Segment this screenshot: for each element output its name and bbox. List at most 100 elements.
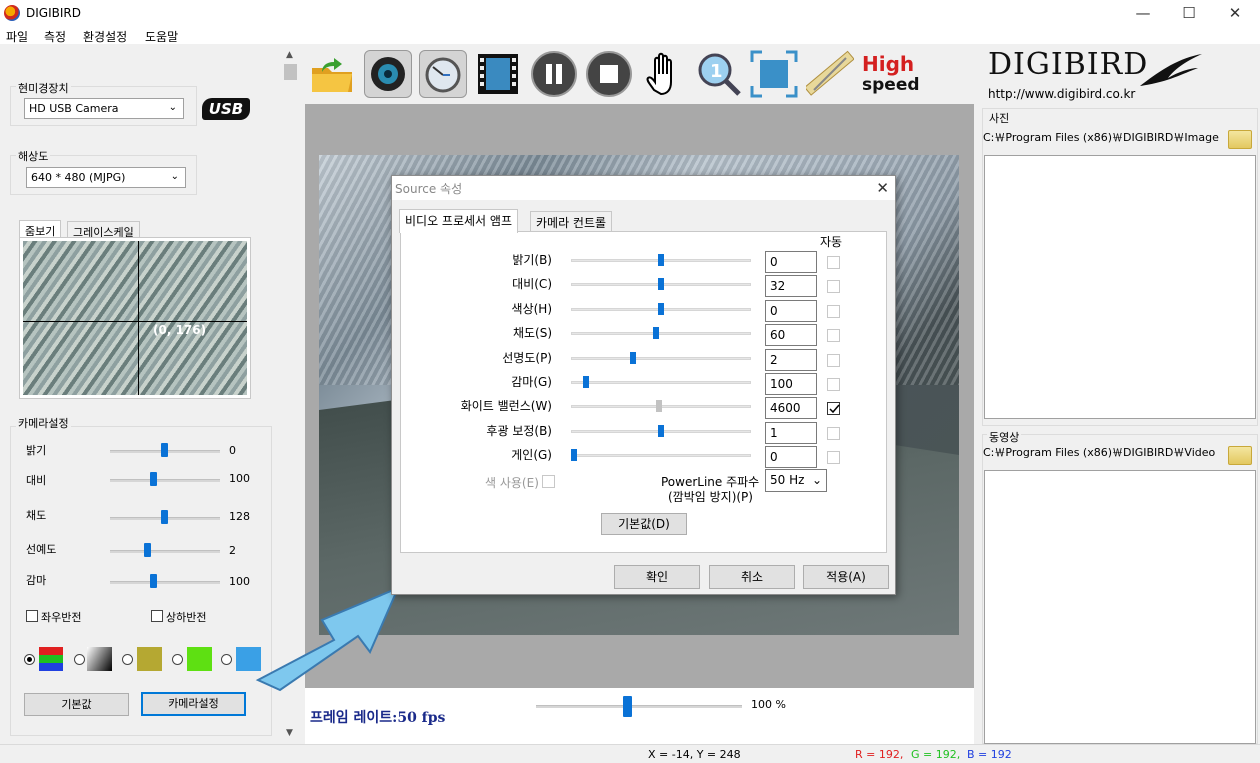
camera-settings-title: 카메라설정: [16, 415, 71, 431]
photo-folder-icon[interactable]: [1228, 130, 1252, 149]
dialog-slider-track[interactable]: [571, 356, 751, 360]
zoom-slider-track[interactable]: [536, 705, 742, 708]
pixel-green-value: G = 192,: [911, 748, 961, 761]
dialog-slider-thumb[interactable]: [583, 376, 590, 388]
contrast-slider-track[interactable]: [110, 479, 220, 482]
tab-video-proc-amp[interactable]: 비디오 프로세서 앰프: [399, 209, 518, 233]
menu-file[interactable]: 파일: [6, 28, 28, 45]
default-button[interactable]: 기본값: [24, 693, 129, 716]
dialog-apply-button[interactable]: 적용(A): [803, 565, 889, 589]
menu-settings[interactable]: 환경설정: [83, 28, 127, 45]
high-speed-label-line2[interactable]: speed: [862, 77, 920, 94]
zoom-slider-thumb[interactable]: [623, 696, 632, 717]
zoom-image: [23, 241, 247, 395]
dialog-close-icon[interactable]: ✕: [876, 179, 889, 197]
camera-lens-icon[interactable]: [364, 50, 412, 98]
dialog-value-field[interactable]: 4600: [765, 397, 817, 420]
website-url[interactable]: http://www.digibird.co.kr: [988, 87, 1135, 101]
magnifier-icon[interactable]: 1: [695, 50, 743, 98]
menu-help[interactable]: 도움말: [145, 28, 178, 45]
dialog-auto-checkbox[interactable]: [827, 426, 840, 440]
dialog-default-button[interactable]: 기본값(D): [601, 513, 687, 535]
gamma-slider-track[interactable]: [110, 581, 220, 584]
dialog-value-field[interactable]: 0: [765, 299, 817, 322]
dialog-auto-checkbox[interactable]: [827, 378, 840, 391]
video-list[interactable]: [984, 470, 1256, 744]
dialog-slider-thumb[interactable]: [658, 278, 664, 291]
pause-icon[interactable]: [530, 50, 578, 98]
ruler-icon[interactable]: [803, 50, 855, 98]
zoom-percent: 100 %: [751, 698, 786, 711]
gamma-slider-thumb[interactable]: [150, 574, 157, 588]
dialog-auto-checkbox[interactable]: [827, 280, 840, 294]
dialog-slider-thumb[interactable]: [652, 327, 659, 340]
color-mode-radio-gray[interactable]: [74, 654, 85, 665]
dialog-value-field[interactable]: 0: [765, 251, 817, 273]
open-folder-icon[interactable]: [308, 50, 356, 98]
menu-measure[interactable]: 측정: [44, 28, 66, 45]
dialog-slider-thumb[interactable]: [658, 424, 664, 437]
powerline-select[interactable]: 50 Hz ⌄: [765, 469, 827, 492]
dialog-slider-thumb[interactable]: [658, 254, 664, 266]
chevron-down-icon: ⌄: [811, 473, 822, 487]
dialog-auto-checkbox[interactable]: [827, 329, 840, 343]
contrast-slider-thumb[interactable]: [150, 472, 157, 486]
color-mode-radio-blue[interactable]: [221, 654, 232, 665]
title-bar: DIGIBIRD — ☐ ✕: [0, 0, 1260, 26]
stop-icon[interactable]: [585, 50, 633, 98]
dialog-auto-checkbox[interactable]: [827, 451, 840, 465]
dialog-ok-button[interactable]: 확인: [614, 565, 700, 589]
color-mode-radio-olive[interactable]: [122, 654, 133, 665]
dialog-slider-track[interactable]: [571, 332, 751, 336]
close-button[interactable]: ✕: [1212, 0, 1258, 26]
scroll-down-icon[interactable]: ▼: [286, 728, 293, 738]
dialog-cancel-button[interactable]: 취소: [709, 565, 795, 589]
dialog-value-field[interactable]: 2: [765, 348, 817, 371]
maximize-button[interactable]: ☐: [1166, 0, 1212, 26]
resolution-select[interactable]: 640 * 480 (MJPG) ⌄: [26, 167, 186, 188]
dialog-auto-checkbox[interactable]: [827, 304, 840, 318]
dialog-auto-checkbox[interactable]: [827, 353, 840, 367]
camera-settings-button[interactable]: 카메라설정: [141, 692, 246, 716]
hand-icon[interactable]: [642, 50, 690, 98]
color-mode-radio-green[interactable]: [172, 654, 183, 665]
minimize-button[interactable]: —: [1120, 0, 1166, 26]
dialog-auto-checkbox[interactable]: [827, 256, 840, 269]
dialog-row-label: 색상(H): [511, 301, 552, 316]
dialog-value-field[interactable]: 100: [765, 373, 817, 395]
toolbar: 1 High speed: [300, 44, 975, 104]
tab-camera-control[interactable]: 카메라 컨트롤: [530, 211, 613, 231]
device-select[interactable]: HD USB Camera ⌄: [24, 98, 184, 119]
timer-icon[interactable]: [419, 50, 467, 98]
sharpness-slider-track[interactable]: [110, 550, 220, 553]
dialog-slider-track[interactable]: [571, 454, 751, 458]
fullscreen-icon[interactable]: [750, 50, 798, 98]
scroll-thumb[interactable]: [284, 64, 297, 80]
dialog-slider-thumb[interactable]: [571, 449, 577, 462]
dialog-slider-thumb[interactable]: [630, 351, 637, 364]
film-strip-icon[interactable]: [476, 50, 524, 98]
dialog-value-field[interactable]: 1: [765, 421, 817, 444]
dialog-auto-checkbox[interactable]: [827, 402, 840, 416]
photo-list[interactable]: [984, 155, 1256, 419]
flip-vertical-checkbox[interactable]: [151, 610, 163, 622]
color-mode-radio-rgb[interactable]: [24, 654, 35, 665]
saturation-slider-thumb[interactable]: [161, 510, 168, 524]
checkmark-icon: [829, 404, 840, 414]
powerline-select-value: 50 Hz: [770, 473, 805, 487]
dialog-value-field[interactable]: 0: [765, 446, 817, 469]
dialog-value-field[interactable]: 60: [765, 324, 817, 347]
brightness-slider-thumb[interactable]: [161, 443, 168, 457]
contrast-value: 100: [229, 472, 250, 485]
video-folder-icon[interactable]: [1228, 446, 1252, 465]
sharpness-slider-thumb[interactable]: [144, 543, 151, 557]
auto-column-header: 자동: [820, 235, 843, 249]
dialog-value-field[interactable]: 32: [765, 275, 817, 298]
scroll-up-icon[interactable]: ▲: [286, 50, 293, 60]
dialog-slider-thumb[interactable]: [658, 302, 664, 315]
dialog-slider-track[interactable]: [571, 381, 751, 384]
flip-horizontal-checkbox[interactable]: [26, 610, 38, 622]
dialog-row-label: 대비(C): [512, 277, 552, 292]
high-speed-label-line1[interactable]: High: [862, 54, 914, 74]
status-bar: X = -14, Y = 248 R = 192, G = 192, B = 1…: [0, 744, 1260, 763]
